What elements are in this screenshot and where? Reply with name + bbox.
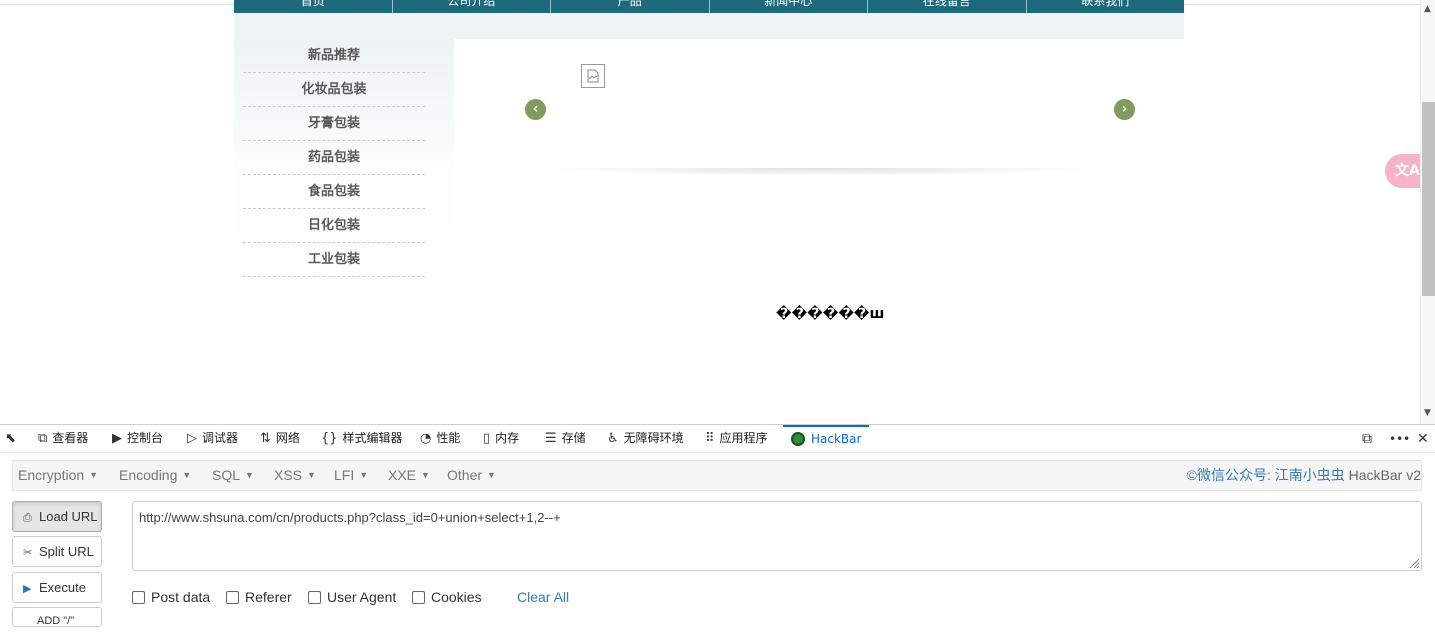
url-input[interactable]: http://www.shsuna.com/cn/products.php?cl… <box>132 501 1422 571</box>
scroll-up-icon[interactable]: ▲ <box>1424 4 1431 14</box>
category-food-packaging[interactable]: 食品包装 <box>243 175 425 209</box>
page-viewport: 首页 公司介绍 产品 新闻中心 在线留言 联系我们 新品推荐 化妆品包装 牙膏包… <box>0 0 1435 424</box>
tab-network[interactable]: ⇅ 网络 <box>260 425 300 453</box>
caret-down-icon: ▼ <box>359 470 369 480</box>
more-options-icon[interactable]: ••• <box>1389 425 1410 453</box>
caret-down-icon: ▼ <box>89 470 99 480</box>
debugger-icon: ▷ <box>187 431 197 446</box>
site-nav-bar: 首页 公司介绍 产品 新闻中心 在线留言 联系我们 <box>234 0 1184 13</box>
checkbox-box[interactable] <box>412 591 425 604</box>
tab-memory[interactable]: ▯ 内存 <box>483 425 519 453</box>
console-icon: ▶ <box>112 431 122 446</box>
category-daily-chemical-packaging[interactable]: 日化包装 <box>243 209 425 243</box>
split-url-button[interactable]: ✂ Split URL <box>12 536 102 567</box>
play-icon: ▶ <box>23 583 32 595</box>
devtools-panel: ⬉ ⧉ 查看器 ▶ 控制台 ▷ 调试器 ⇅ 网络 {} 样式编辑器 ◔ 性能 ▯ 内存 ☰ 存储… <box>0 424 1435 627</box>
tab-application[interactable]: ⠿ 应用程序 <box>705 425 768 453</box>
checkbox-referer[interactable]: Referer <box>226 588 292 606</box>
tab-console[interactable]: ▶ 控制台 <box>112 425 163 453</box>
inspector-icon: ⧉ <box>38 431 48 446</box>
caret-down-icon: ▼ <box>487 470 496 480</box>
checkbox-cookies[interactable]: Cookies <box>412 588 482 606</box>
memory-chip-icon: ▯ <box>483 431 491 446</box>
tab-accessibility[interactable]: ♿ 无障碍环境 <box>607 425 684 453</box>
hackbar-credit: ©微信公众号: 江南小虫虫 HackBar v2 <box>1186 467 1421 483</box>
storage-icon: ☰ <box>545 431 557 446</box>
menu-xss[interactable]: XSS ▼ <box>274 461 316 491</box>
element-picker-icon[interactable]: ⬉ <box>5 425 21 453</box>
carousel-prev-button[interactable]: ‹ <box>525 99 546 120</box>
tab-debugger[interactable]: ▷ 调试器 <box>187 425 238 453</box>
nav-item-contact[interactable]: 联系我们 <box>1027 0 1185 13</box>
checkbox-box[interactable] <box>132 591 145 604</box>
resize-grip-icon[interactable] <box>1407 556 1420 569</box>
scroll-thumb[interactable] <box>1422 102 1435 296</box>
injected-output-text: ������ш <box>776 306 885 322</box>
category-cosmetics-packaging[interactable]: 化妆品包装 <box>243 73 425 107</box>
menu-encoding[interactable]: Encoding ▼ <box>119 461 191 491</box>
load-icon: ⎙ <box>23 512 32 524</box>
category-new-products[interactable]: 新品推荐 <box>243 39 425 73</box>
devtools-tabbar: ⬉ ⧉ 查看器 ▶ 控制台 ▷ 调试器 ⇅ 网络 {} 样式编辑器 ◔ 性能 ▯ 内存 ☰ 存储… <box>0 425 1435 453</box>
gauge-icon: ◔ <box>420 431 432 446</box>
caret-down-icon: ▼ <box>182 470 192 480</box>
nav-item-products[interactable]: 产品 <box>551 0 710 13</box>
page-scrollbar[interactable]: ▲ ▼ <box>1420 0 1435 424</box>
tab-inspector[interactable]: ⧉ 查看器 <box>38 425 88 453</box>
hackbar-menubar: Encryption ▼ Encoding ▼ SQL ▼ XSS ▼ LFI ▼ XXE… <box>12 460 1422 491</box>
translate-icon[interactable]: 文A <box>1385 154 1425 188</box>
network-icon: ⇅ <box>260 431 271 446</box>
nav-item-message[interactable]: 在线留言 <box>868 0 1027 13</box>
add-slash-button[interactable]: ADD "/" <box>12 607 102 627</box>
caret-down-icon: ▼ <box>421 470 430 480</box>
category-medicine-packaging[interactable]: 药品包装 <box>243 141 425 175</box>
tab-storage[interactable]: ☰ 存储 <box>545 425 586 453</box>
clear-all-link[interactable]: Clear All <box>517 588 569 606</box>
product-carousel: ‹ › <box>454 39 1184 189</box>
product-category-menu: 新品推荐 化妆品包装 牙膏包装 药品包装 食品包装 日化包装 工业包装 <box>234 39 454 284</box>
nav-item-about[interactable]: 公司介绍 <box>393 0 551 13</box>
tab-hackbar[interactable]: HackBar <box>783 425 870 453</box>
caret-down-icon: ▼ <box>245 470 254 480</box>
checkbox-box[interactable] <box>226 591 239 604</box>
category-toothpaste-packaging[interactable]: 牙膏包装 <box>243 107 425 141</box>
app-grid-icon: ⠿ <box>705 431 715 446</box>
nav-item-home[interactable]: 首页 <box>234 0 393 13</box>
carousel-shadow <box>540 168 1100 176</box>
broken-image-icon <box>581 64 605 88</box>
hackbar-icon <box>791 432 805 446</box>
accessibility-icon: ♿ <box>607 431 619 446</box>
category-industrial-packaging[interactable]: 工业包装 <box>243 243 425 277</box>
close-devtools-icon[interactable]: ✕ <box>1417 425 1429 453</box>
checkbox-box[interactable] <box>308 591 321 604</box>
execute-button[interactable]: ▶ Execute <box>12 572 102 603</box>
tab-style-editor[interactable]: {} 样式编辑器 <box>321 425 403 453</box>
tab-performance[interactable]: ◔ 性能 <box>420 425 460 453</box>
dock-side-icon[interactable]: ⧉ <box>1362 425 1372 453</box>
nav-underbar <box>234 13 1184 39</box>
menu-other[interactable]: Other ▼ <box>447 461 496 491</box>
load-url-button[interactable]: ⎙ Load URL <box>12 501 102 532</box>
checkbox-post-data[interactable]: Post data <box>132 588 210 606</box>
scroll-down-icon[interactable]: ▼ <box>1424 408 1431 418</box>
menu-sql[interactable]: SQL ▼ <box>212 461 254 491</box>
checkbox-user-agent[interactable]: User Agent <box>308 588 396 606</box>
nav-item-news[interactable]: 新闻中心 <box>710 0 868 13</box>
menu-xxe[interactable]: XXE ▼ <box>388 461 430 491</box>
caret-down-icon: ▼ <box>307 470 316 480</box>
carousel-next-button[interactable]: › <box>1114 99 1135 120</box>
hackbar-version: HackBar v2 <box>1348 467 1421 483</box>
menu-encryption[interactable]: Encryption ▼ <box>18 461 98 491</box>
scissors-icon: ✂ <box>23 547 33 559</box>
braces-icon: {} <box>321 431 338 446</box>
menu-lfi[interactable]: LFI ▼ <box>334 461 368 491</box>
